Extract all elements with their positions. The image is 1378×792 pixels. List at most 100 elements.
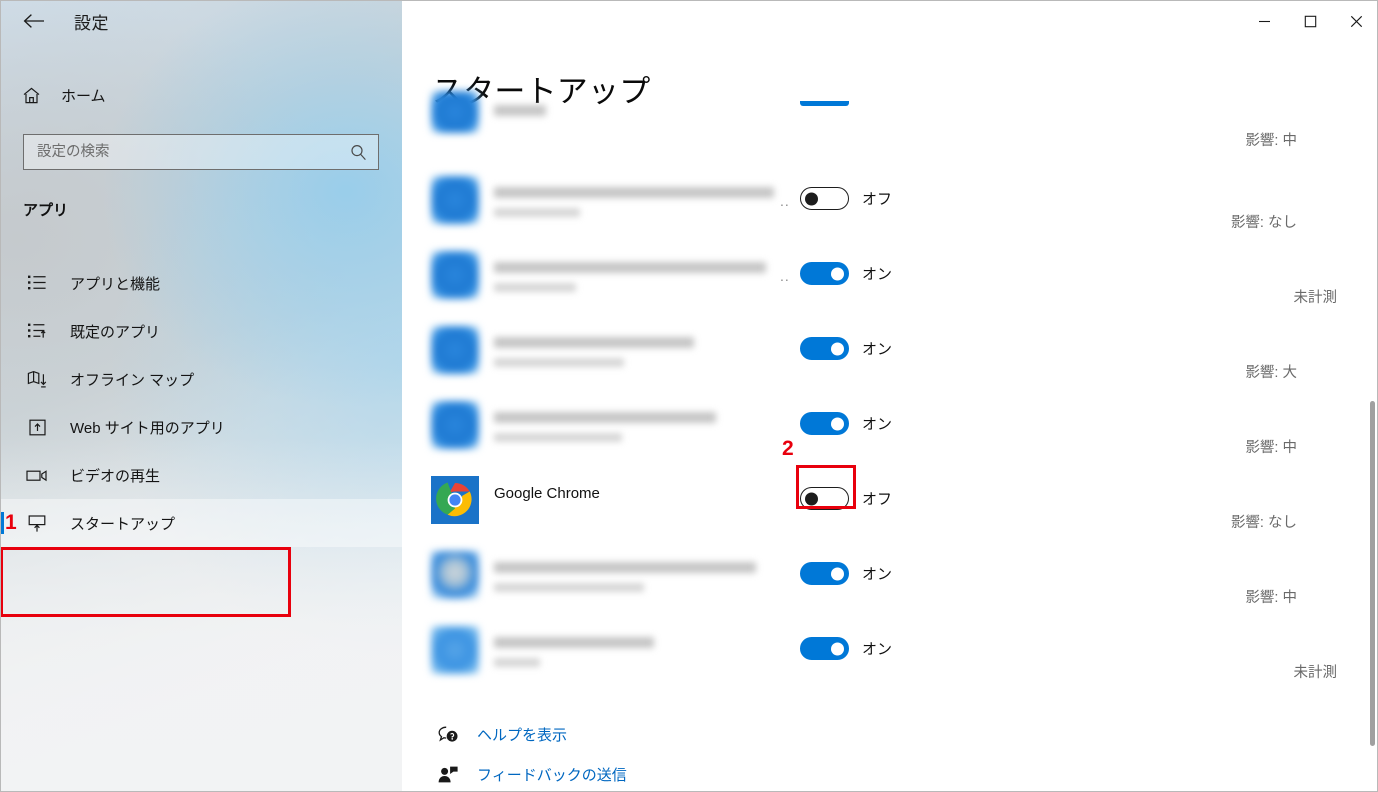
sidebar-item-video-playback[interactable]: ビデオの再生 [1, 451, 402, 499]
toggle-knob [831, 567, 844, 580]
search-box[interactable] [23, 134, 379, 170]
app-icon [431, 326, 479, 374]
app-name [494, 337, 694, 348]
app-name [494, 262, 766, 273]
sidebar-item-label: スタートアップ [70, 515, 176, 533]
sidebar-group-heading: アプリ [23, 202, 69, 219]
search-icon[interactable] [338, 143, 378, 162]
app-name [494, 187, 774, 198]
send-feedback-link[interactable]: フィードバックの送信 [431, 754, 627, 791]
window-controls [1241, 1, 1377, 41]
sidebar-item-label: Web サイト用のアプリ [70, 419, 225, 437]
app-icon [431, 91, 479, 133]
app-name [494, 412, 716, 423]
table-row[interactable]: オン 影響: 中 [402, 388, 1357, 463]
toggle-state-label: オフ [862, 491, 893, 508]
sidebar-item-default-apps[interactable]: 既定のアプリ [1, 307, 402, 355]
truncation-ellipsis: .. [780, 193, 790, 209]
window-titlebar: 設定 [1, 1, 1377, 41]
toggle-state-label: オン [862, 266, 893, 283]
startup-toggle[interactable] [800, 337, 849, 360]
sidebar-item-apps-and-features[interactable]: アプリと機能 [1, 259, 402, 307]
toggle-knob [831, 267, 844, 280]
link-label: フィードバックの送信 [477, 766, 627, 784]
app-publisher [494, 433, 622, 442]
startup-main-panel: スタートアップ 影響: 中 .. オフ 影響: なし .. オン 未計測 オン … [402, 41, 1377, 791]
impact-label: 影響: 中 [1245, 590, 1297, 606]
sidebar-nav: アプリと機能 既定のアプリ オフライン マップ Web サイト用のアプリ ビデオ… [1, 259, 402, 547]
impact-label: 未計測 [1293, 665, 1338, 681]
app-icon [431, 251, 479, 299]
table-row[interactable]: オン 影響: 大 [402, 313, 1357, 388]
impact-label: 影響: 中 [1245, 440, 1297, 456]
sidebar-item-web-apps[interactable]: Web サイト用のアプリ [1, 403, 402, 451]
chrome-startup-toggle[interactable] [800, 487, 849, 510]
impact-label: 未計測 [1293, 290, 1338, 306]
table-row[interactable]: オン 影響: 中 [402, 538, 1357, 613]
help-question-icon [431, 725, 465, 744]
toggle-state-label: オン [862, 566, 893, 583]
web-apps-icon [15, 418, 59, 437]
startup-toggle[interactable] [800, 262, 849, 285]
app-publisher [494, 658, 540, 667]
impact-label: 影響: なし [1230, 515, 1297, 531]
close-button[interactable] [1333, 1, 1377, 41]
table-row[interactable]: オン 未計測 [402, 613, 1357, 688]
app-publisher [494, 283, 576, 292]
app-icon [431, 551, 479, 599]
feedback-person-icon [431, 765, 465, 784]
toggle-knob [805, 492, 818, 505]
app-icon [431, 401, 479, 449]
startup-toggle[interactable] [800, 412, 849, 435]
table-row[interactable]: 影響: 中 [402, 91, 1357, 163]
table-row[interactable]: .. オフ 影響: なし [402, 163, 1357, 238]
toggle-state-label: オン [862, 416, 893, 433]
app-publisher [494, 583, 644, 592]
app-name: Google Chrome [494, 485, 600, 502]
sidebar-item-label: アプリと機能 [70, 275, 161, 293]
impact-label: 影響: なし [1230, 215, 1297, 231]
back-button[interactable] [13, 5, 55, 37]
window-title: 設定 [74, 13, 109, 33]
app-icon [431, 176, 479, 224]
startup-toggle[interactable] [800, 101, 849, 106]
app-name [494, 105, 546, 116]
footer-links: ヘルプを表示 フィードバックの送信 [431, 714, 627, 791]
table-row[interactable]: .. オン 未計測 [402, 238, 1357, 313]
toggle-knob [831, 417, 844, 430]
chrome-app-icon [431, 476, 479, 524]
startup-toggle[interactable] [800, 562, 849, 585]
show-help-link[interactable]: ヘルプを表示 [431, 714, 627, 754]
toggle-knob [805, 192, 818, 205]
startup-toggle[interactable] [800, 637, 849, 660]
settings-sidebar: ホーム アプリ [1, 1, 402, 791]
startup-toggle[interactable] [800, 187, 849, 210]
toggle-knob [831, 642, 844, 655]
sidebar-item-label: 既定のアプリ [70, 323, 161, 341]
table-row-google-chrome[interactable]: Google Chrome オフ 影響: なし [402, 463, 1357, 538]
apps-list-icon [15, 274, 59, 292]
impact-label: 影響: 中 [1245, 133, 1297, 149]
minimize-button[interactable] [1241, 1, 1287, 41]
sidebar-item-home[interactable]: ホーム [1, 74, 402, 116]
link-label: ヘルプを表示 [477, 726, 568, 744]
app-name [494, 562, 756, 573]
selection-accent-bar [1, 512, 4, 534]
sidebar-item-startup[interactable]: スタートアップ [1, 499, 402, 547]
maximize-button[interactable] [1287, 1, 1333, 41]
toggle-state-label: オン [862, 341, 893, 358]
video-playback-icon [15, 468, 59, 483]
app-publisher [494, 208, 580, 217]
toggle-state-label: オフ [862, 191, 893, 208]
scrollbar-thumb[interactable] [1370, 401, 1375, 746]
search-input[interactable] [24, 135, 338, 169]
toggle-state-label: オン [862, 641, 893, 658]
truncation-ellipsis: .. [780, 268, 790, 284]
app-icon [431, 626, 479, 674]
startup-app-list: 影響: 中 .. オフ 影響: なし .. オン 未計測 オン 影響: 大 オン… [402, 91, 1357, 688]
sidebar-item-label: ビデオの再生 [70, 467, 161, 485]
default-apps-icon [15, 322, 59, 340]
startup-icon [15, 514, 59, 533]
main-scrollbar[interactable] [1365, 41, 1377, 791]
sidebar-item-offline-maps[interactable]: オフライン マップ [1, 355, 402, 403]
